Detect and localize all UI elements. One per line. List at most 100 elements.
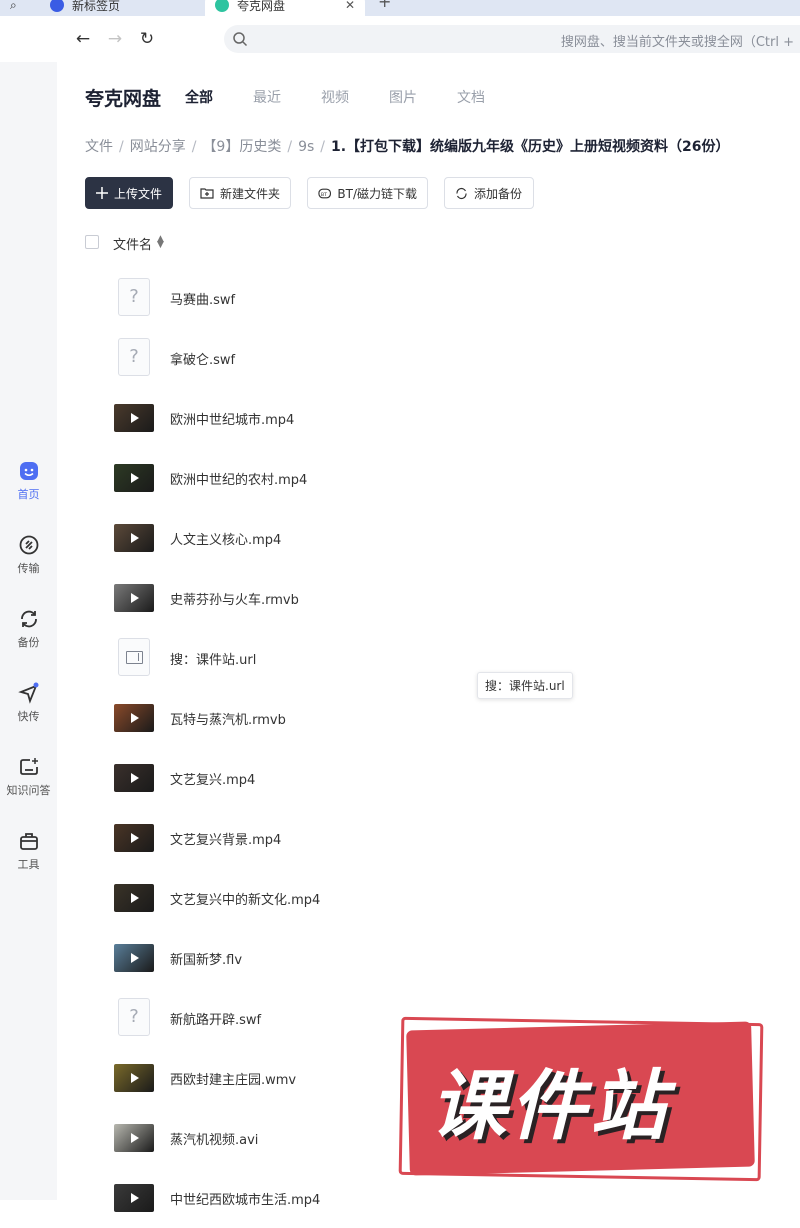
- tools-icon: [19, 833, 38, 850]
- file-row[interactable]: 文艺复兴背景.mp4: [57, 808, 800, 868]
- file-name[interactable]: 中世纪西欧城市生活.mp4: [170, 1189, 320, 1208]
- video-thumbnail-icon: [114, 524, 154, 552]
- video-thumbnail-icon: [114, 704, 154, 732]
- file-row[interactable]: 瓦特与蒸汽机.rmvb: [57, 688, 800, 748]
- sidebar-item-quick-send[interactable]: 快传: [0, 682, 57, 724]
- file-name[interactable]: 文艺复兴背景.mp4: [170, 829, 281, 848]
- unknown-file-icon: ?: [118, 998, 150, 1036]
- play-icon: [131, 593, 139, 603]
- sidebar-item-home[interactable]: 首页: [0, 460, 57, 502]
- video-thumbnail-icon: [114, 1184, 154, 1212]
- file-row[interactable]: 史蒂芬孙与火车.rmvb: [57, 568, 800, 628]
- play-icon: [131, 533, 139, 543]
- file-row[interactable]: 文艺复兴.mp4: [57, 748, 800, 808]
- video-thumbnail-icon: [114, 824, 154, 852]
- browser-tab-1[interactable]: 新标签页: [40, 0, 205, 16]
- file-name[interactable]: 马赛曲.swf: [170, 289, 235, 308]
- upload-button[interactable]: 上传文件: [85, 177, 173, 209]
- breadcrumb-item[interactable]: 文件: [85, 139, 113, 155]
- file-name[interactable]: 搜：课件站.url: [170, 649, 256, 668]
- category-tab-recent[interactable]: 最近: [253, 87, 281, 107]
- file-name[interactable]: 新航路开辟.swf: [170, 1009, 261, 1028]
- file-row[interactable]: 欧洲中世纪城市.mp4: [57, 388, 800, 448]
- backup-sync-icon: [456, 187, 467, 199]
- play-icon: [131, 713, 139, 723]
- video-thumbnail-icon: [114, 944, 154, 972]
- sort-icon[interactable]: ▲ ▼: [157, 235, 164, 250]
- omnibox-search-input[interactable]: 搜网盘、搜当前文件夹或搜全网（Ctrl +: [224, 25, 800, 53]
- quark-logo-icon: [215, 0, 229, 12]
- breadcrumb-item[interactable]: 【9】历史类: [202, 139, 281, 155]
- column-header-filename[interactable]: 文件名: [113, 234, 152, 253]
- file-name[interactable]: 史蒂芬孙与火车.rmvb: [170, 589, 299, 608]
- category-tab-all[interactable]: 全部: [185, 87, 213, 107]
- unknown-file-icon: ?: [118, 338, 150, 376]
- breadcrumb-item[interactable]: 9s: [298, 139, 314, 155]
- file-row[interactable]: 新国新梦.flv: [57, 928, 800, 988]
- url-file-icon: [118, 638, 150, 676]
- breadcrumb-item[interactable]: 网站分享: [130, 139, 186, 155]
- sidebar-item-label: 知识问答: [6, 784, 51, 797]
- video-thumbnail-icon: [114, 1124, 154, 1152]
- file-row[interactable]: 搜：课件站.url: [57, 628, 800, 688]
- address-bar: ← → ↻ 搜网盘、搜当前文件夹或搜全网（Ctrl +: [0, 16, 800, 62]
- play-icon: [131, 773, 139, 783]
- sidebar-item-tools[interactable]: 工具: [0, 830, 57, 872]
- file-name[interactable]: 欧洲中世纪的农村.mp4: [170, 469, 307, 488]
- file-name[interactable]: 蒸汽机视频.avi: [170, 1129, 258, 1148]
- file-row[interactable]: 人文主义核心.mp4: [57, 508, 800, 568]
- browser-tab-0[interactable]: ⌕: [0, 0, 40, 16]
- file-name[interactable]: 文艺复兴.mp4: [170, 769, 255, 788]
- new-tab-icon[interactable]: +: [378, 0, 391, 11]
- play-icon: [131, 1193, 139, 1203]
- sidebar-item-label: 传输: [17, 562, 40, 575]
- file-name[interactable]: 拿破仑.swf: [170, 349, 235, 368]
- new-folder-button-label: 新建文件夹: [219, 186, 280, 201]
- file-name[interactable]: 西欧封建主庄园.wmv: [170, 1069, 296, 1088]
- breadcrumb-current: 1.【打包下载】统编版九年级《历史》上册短视频资料（26份）: [331, 139, 730, 155]
- play-icon: [131, 473, 139, 483]
- bt-download-button-label: BT/磁力链下载: [337, 186, 417, 201]
- file-row[interactable]: ? 马赛曲.swf: [57, 268, 800, 328]
- add-backup-button-label: 添加备份: [474, 186, 523, 201]
- reload-icon[interactable]: ↻: [136, 28, 158, 50]
- forward-arrow-icon[interactable]: →: [104, 28, 126, 50]
- breadcrumb: 文件 / 网站分享 / 【9】历史类/9s/1.【打包下载】统编版九年级《历史》上册短视…: [85, 139, 730, 155]
- new-folder-icon: [200, 188, 214, 199]
- bt-download-button[interactable]: BT BT/磁力链下载: [307, 177, 428, 209]
- file-row[interactable]: 文艺复兴中的新文化.mp4: [57, 868, 800, 928]
- file-name[interactable]: 文艺复兴中的新文化.mp4: [170, 889, 320, 908]
- browser-tab-label: 新标签页: [72, 0, 121, 13]
- search-tab-icon: ⌕: [10, 0, 17, 12]
- add-backup-button[interactable]: 添加备份: [444, 177, 534, 209]
- category-tab-video[interactable]: 视频: [321, 87, 349, 107]
- transfer-icon: [19, 535, 38, 555]
- video-thumbnail-icon: [114, 884, 154, 912]
- new-folder-button[interactable]: 新建文件夹: [189, 177, 291, 209]
- file-name[interactable]: 人文主义核心.mp4: [170, 529, 281, 548]
- file-row[interactable]: 欧洲中世纪的农村.mp4: [57, 448, 800, 508]
- sidebar-item-label: 备份: [17, 636, 40, 649]
- category-tab-document[interactable]: 文档: [457, 87, 485, 107]
- sidebar-item-transfer[interactable]: 传输: [0, 534, 57, 576]
- play-icon: [131, 833, 139, 843]
- play-icon: [131, 953, 139, 963]
- close-tab-icon[interactable]: ✕: [345, 0, 355, 12]
- file-row[interactable]: ? 拿破仑.swf: [57, 328, 800, 388]
- file-name[interactable]: 欧洲中世纪城市.mp4: [170, 409, 294, 428]
- browser-logo-icon: [50, 0, 64, 12]
- sidebar-item-backup[interactable]: 备份: [0, 608, 57, 650]
- file-name[interactable]: 新国新梦.flv: [170, 949, 242, 968]
- video-thumbnail-icon: [114, 764, 154, 792]
- back-arrow-icon[interactable]: ←: [72, 28, 94, 50]
- category-tab-image[interactable]: 图片: [389, 87, 417, 107]
- backup-icon: [20, 610, 37, 628]
- search-icon: [233, 32, 248, 47]
- file-name[interactable]: 瓦特与蒸汽机.rmvb: [170, 709, 286, 728]
- watermark-stamp: 课件站: [398, 1016, 765, 1182]
- browser-tab-2-active[interactable]: 夸克网盘 ✕: [205, 0, 365, 16]
- video-thumbnail-icon: [114, 404, 154, 432]
- sidebar-item-knowledge-qa[interactable]: 知识问答: [0, 756, 57, 798]
- select-all-checkbox[interactable]: [85, 235, 99, 249]
- knowledge-qa-icon: [19, 758, 38, 775]
